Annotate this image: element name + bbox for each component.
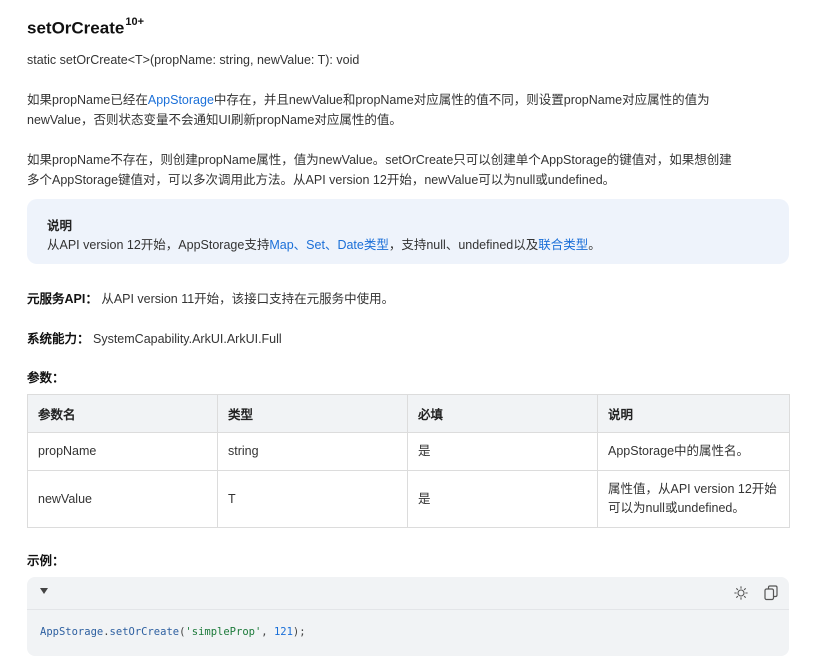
para2-text-line2: 多个AppStorage键值对，可以多次调用此方法。从API version 1… [27,173,615,187]
para1-text-line2: newValue，否则状态变量不会通知UI刷新propName对应属性的值。 [27,113,402,127]
cell-param-name: newValue [28,471,218,528]
sys-cap-value: SystemCapability.ArkUI.ArkUI.Full [90,332,282,346]
sys-cap-label: 系统能力： [27,332,90,346]
union-type-link[interactable]: 联合类型 [538,238,588,252]
cell-description: 属性值，从API version 12开始可以为null或undefined。 [598,471,790,528]
page-title: setOrCreate10+ [27,18,144,39]
system-capability-line: 系统能力： SystemCapability.ArkUI.ArkUI.Full [27,328,282,347]
cell-type: T [218,471,408,528]
para1-text-before: 如果propName已经在 [27,93,148,107]
description-paragraph-2: 如果propName不存在，则创建propName属性，值为newValue。s… [27,150,793,190]
code-comma: , [261,626,274,638]
theme-sun-icon[interactable] [734,586,748,600]
header-required: 必填 [408,395,598,433]
copy-icon[interactable] [764,585,778,601]
map-link[interactable]: Map [269,238,293,252]
meta-service-line: 元服务API： 从API version 11开始，该接口支持在元服务中使用。 [27,288,394,307]
params-section-title: 参数： [27,367,65,386]
doc-page: setOrCreate10+ static setOrCreate<T>(pro… [0,0,820,669]
code-toolbar [27,577,789,610]
table-row: newValue T 是 属性值，从API version 12开始可以为nul… [28,471,790,528]
note-sep-2: 、 [325,238,338,252]
cell-required: 是 [408,433,598,471]
meta-service-label: 元服务API： [27,292,98,306]
version-badge: 10+ [125,16,144,28]
note-title: 说明 [47,215,72,234]
code-paren-close: ); [293,626,306,638]
collapse-caret-icon[interactable] [40,588,48,594]
cell-required: 是 [408,471,598,528]
header-type: 类型 [218,395,408,433]
method-signature: static setOrCreate<T>(propName: string, … [27,53,359,67]
description-paragraph-1: 如果propName已经在AppStorage中存在，并且newValue和pr… [27,90,793,130]
note-box: 说明 从API version 12开始，AppStorage支持Map、Set… [27,199,789,264]
note-text-mid: ，支持null、undefined以及 [389,238,538,252]
date-type-link[interactable]: Date类型 [337,238,388,252]
note-text-before: 从API version 12开始，AppStorage支持 [47,238,269,252]
title-text: setOrCreate [27,19,124,38]
code-string: 'simpleProp' [185,626,261,638]
cell-param-name: propName [28,433,218,471]
cell-type: string [218,433,408,471]
para2-text-line1: 如果propName不存在，则创建propName属性，值为newValue。s… [27,153,732,167]
header-description: 说明 [598,395,790,433]
meta-service-value: 从API version 11开始，该接口支持在元服务中使用。 [98,292,394,306]
header-param-name: 参数名 [28,395,218,433]
code-block: AppStorage.setOrCreate('simpleProp', 121… [27,577,789,656]
table-header-row: 参数名 类型 必填 说明 [28,395,790,433]
note-sep-1: 、 [294,238,307,252]
set-link[interactable]: Set [306,238,325,252]
appstorage-link[interactable]: AppStorage [148,93,214,107]
example-section-title: 示例： [27,550,65,569]
code-method: setOrCreate [110,626,180,638]
note-text-end: 。 [588,238,601,252]
code-object: AppStorage [40,626,103,638]
code-line: AppStorage.setOrCreate('simpleProp', 121… [40,626,306,638]
params-table: 参数名 类型 必填 说明 propName string 是 AppStorag… [27,394,790,528]
para1-text-after: 中存在，并且newValue和propName对应属性的值不同，则设置propN… [214,93,710,107]
note-body: 从API version 12开始，AppStorage支持Map、Set、Da… [47,234,601,253]
table-row: propName string 是 AppStorage中的属性名。 [28,433,790,471]
cell-description: AppStorage中的属性名。 [598,433,790,471]
code-number: 121 [274,626,293,638]
